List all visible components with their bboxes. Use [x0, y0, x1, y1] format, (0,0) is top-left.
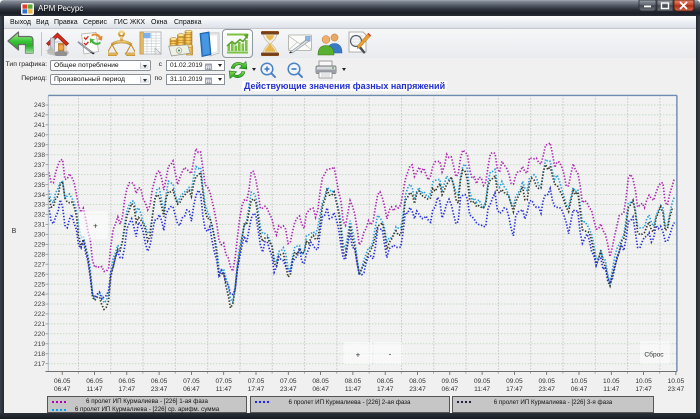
svg-text:221: 221	[34, 321, 45, 328]
svg-text:Сброс: Сброс	[644, 351, 664, 359]
svg-text:227: 227	[34, 261, 45, 268]
svg-text:+: +	[356, 351, 361, 360]
svg-text:238: 238	[34, 152, 45, 159]
svg-text:23:47: 23:47	[151, 386, 168, 393]
svg-text:06:47: 06:47	[183, 386, 200, 393]
svg-text:07.05: 07.05	[183, 378, 200, 385]
svg-text:230: 230	[34, 232, 45, 239]
svg-text:241: 241	[34, 122, 45, 129]
svg-text:11:47: 11:47	[603, 386, 619, 393]
svg-text:224: 224	[34, 291, 45, 298]
svg-text:-: -	[389, 350, 392, 359]
svg-text:08.05: 08.05	[409, 378, 426, 385]
svg-text:06.05: 06.05	[86, 378, 103, 385]
svg-text:220: 220	[34, 331, 45, 338]
svg-text:06.05: 06.05	[151, 378, 168, 385]
svg-text:218: 218	[34, 351, 45, 358]
svg-text:225: 225	[34, 281, 45, 288]
svg-text:23:47: 23:47	[668, 386, 685, 393]
svg-text:07.05: 07.05	[248, 378, 265, 385]
svg-text:10.05: 10.05	[603, 378, 620, 385]
svg-text:09.05: 09.05	[506, 378, 523, 385]
svg-text:06:47: 06:47	[312, 386, 329, 393]
svg-text:232: 232	[34, 212, 45, 219]
svg-text:242: 242	[34, 112, 45, 119]
svg-text:11:47: 11:47	[345, 386, 361, 393]
svg-text:10.05: 10.05	[571, 378, 588, 385]
svg-text:23:47: 23:47	[409, 386, 426, 393]
svg-text:09.05: 09.05	[442, 378, 459, 385]
svg-text:06:47: 06:47	[442, 386, 459, 393]
svg-text:11:47: 11:47	[86, 386, 102, 393]
svg-text:228: 228	[34, 251, 45, 258]
svg-text:231: 231	[34, 222, 45, 229]
svg-text:233: 233	[34, 202, 45, 209]
svg-text:09.05: 09.05	[474, 378, 491, 385]
svg-text:217: 217	[34, 361, 45, 368]
svg-text:17:47: 17:47	[506, 386, 523, 393]
svg-text:08.05: 08.05	[377, 378, 394, 385]
svg-text:229: 229	[34, 242, 45, 249]
svg-text:08.05: 08.05	[312, 378, 329, 385]
svg-text:239: 239	[34, 142, 45, 149]
svg-text:17:47: 17:47	[119, 386, 136, 393]
svg-text:23:47: 23:47	[538, 386, 555, 393]
svg-text:226: 226	[34, 271, 45, 278]
svg-text:В: В	[12, 228, 17, 235]
svg-text:06.05: 06.05	[54, 378, 71, 385]
svg-text:07.05: 07.05	[215, 378, 232, 385]
svg-text:23:47: 23:47	[280, 386, 297, 393]
svg-text:237: 237	[34, 162, 45, 169]
svg-text:219: 219	[34, 341, 45, 348]
svg-text:17:47: 17:47	[377, 386, 394, 393]
svg-text:+: +	[93, 222, 98, 231]
svg-text:06:47: 06:47	[571, 386, 588, 393]
svg-text:06:47: 06:47	[54, 386, 71, 393]
svg-text:10.05: 10.05	[635, 378, 652, 385]
svg-text:06.05: 06.05	[119, 378, 136, 385]
svg-text:223: 223	[34, 301, 45, 308]
svg-text:234: 234	[34, 192, 45, 199]
svg-text:11:47: 11:47	[474, 386, 490, 393]
svg-text:09.05: 09.05	[538, 378, 555, 385]
svg-text:222: 222	[34, 311, 45, 318]
svg-text:07.05: 07.05	[280, 378, 297, 385]
svg-text:17:47: 17:47	[248, 386, 265, 393]
svg-text:235: 235	[34, 182, 45, 189]
svg-text:243: 243	[34, 102, 45, 109]
svg-text:236: 236	[34, 172, 45, 179]
svg-text:17:47: 17:47	[635, 386, 652, 393]
svg-text:11:47: 11:47	[216, 386, 232, 393]
svg-text:240: 240	[34, 132, 45, 139]
svg-text:10.05: 10.05	[668, 378, 685, 385]
svg-text:08.05: 08.05	[345, 378, 362, 385]
